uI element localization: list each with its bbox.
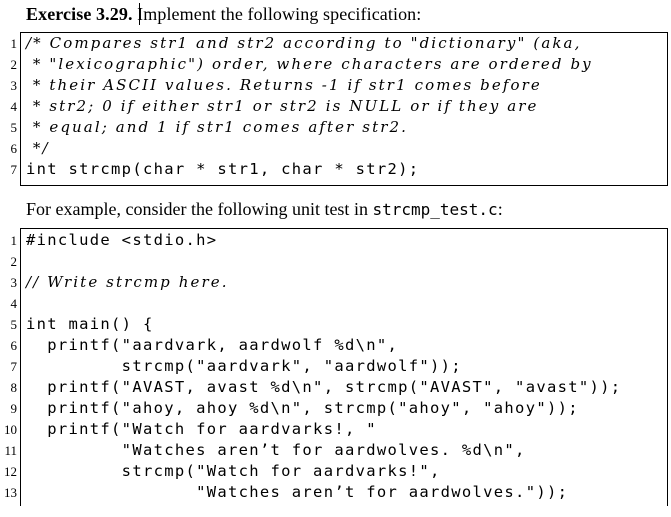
line-number: 11 xyxy=(4,443,17,458)
code-text: // Write strcmp here. xyxy=(26,273,229,291)
code-text: "Watches aren’t for aardwolves.")); xyxy=(26,483,569,501)
exercise-text: Implement the following specification: xyxy=(137,4,422,24)
code-text: int strcmp(char * str1, char * str2); xyxy=(26,160,420,178)
line-number: 7 xyxy=(10,162,18,177)
line-number: 7 xyxy=(10,359,18,374)
code-text: strcmp("Watch for aardvarks!", xyxy=(26,462,441,480)
line-number: 2 xyxy=(10,254,18,269)
code-text: * their ASCII values. Returns -1 if str1… xyxy=(26,76,542,94)
line-number: 3 xyxy=(10,275,18,290)
code-text: printf("AVAST, avast %d\n", strcmp("AVAS… xyxy=(26,378,622,396)
code-text: printf("Watch for aardvarks!, " xyxy=(26,420,377,438)
line-number: 3 xyxy=(10,78,18,93)
line-number: 2 xyxy=(10,57,18,72)
code-text: * "lexicographic") order, where characte… xyxy=(26,55,593,73)
code-text: "Watches aren’t for aardwolves. %d\n", xyxy=(26,441,526,459)
line-number: 8 xyxy=(10,380,18,395)
code-text: */ xyxy=(26,139,50,157)
code-text: #include <stdio.h> xyxy=(26,231,218,249)
code-text: int main() { xyxy=(26,315,154,333)
code-text: * str2; 0 if either str1 or str2 is NULL… xyxy=(26,97,539,115)
code-text: printf("aardvark, aardwolf %d\n", xyxy=(26,336,399,354)
code-text: strcmp("aardvark", "aardwolf")); xyxy=(26,357,462,375)
test-code-listing: 1 #include <stdio.h> 2 3 // Write strcmp her… xyxy=(4,228,668,506)
line-number: 10 xyxy=(4,422,17,437)
line-number: 1 xyxy=(10,233,18,248)
intro-text: For example, consider the following unit… xyxy=(26,199,373,219)
line-number: 4 xyxy=(10,296,18,311)
code-text: printf("ahoy, ahoy %d\n", strcmp("ahoy",… xyxy=(26,399,579,417)
code-text: /* Compares str1 and str2 according to "… xyxy=(26,34,582,52)
line-number: 12 xyxy=(4,464,17,479)
filename: strcmp_test.c xyxy=(372,200,498,219)
line-number: 6 xyxy=(10,338,18,353)
line-number: 6 xyxy=(10,141,18,156)
line-number: 5 xyxy=(10,120,18,135)
unit-test-intro: For example, consider the following unit… xyxy=(26,199,503,220)
spec-code-listing: 1 /* Compares str1 and str2 according to … xyxy=(11,32,668,186)
line-number: 5 xyxy=(10,317,18,332)
exercise-label: Exercise 3.29. xyxy=(26,4,133,24)
line-number: 13 xyxy=(4,485,17,500)
code-text: * equal; and 1 if str1 comes after str2. xyxy=(26,118,408,136)
intro-colon: : xyxy=(497,199,503,219)
line-number: 9 xyxy=(10,401,18,416)
line-number: 4 xyxy=(10,99,18,114)
exercise-heading: Exercise 3.29. Implement the following s… xyxy=(26,3,421,25)
line-number: 1 xyxy=(10,36,18,51)
